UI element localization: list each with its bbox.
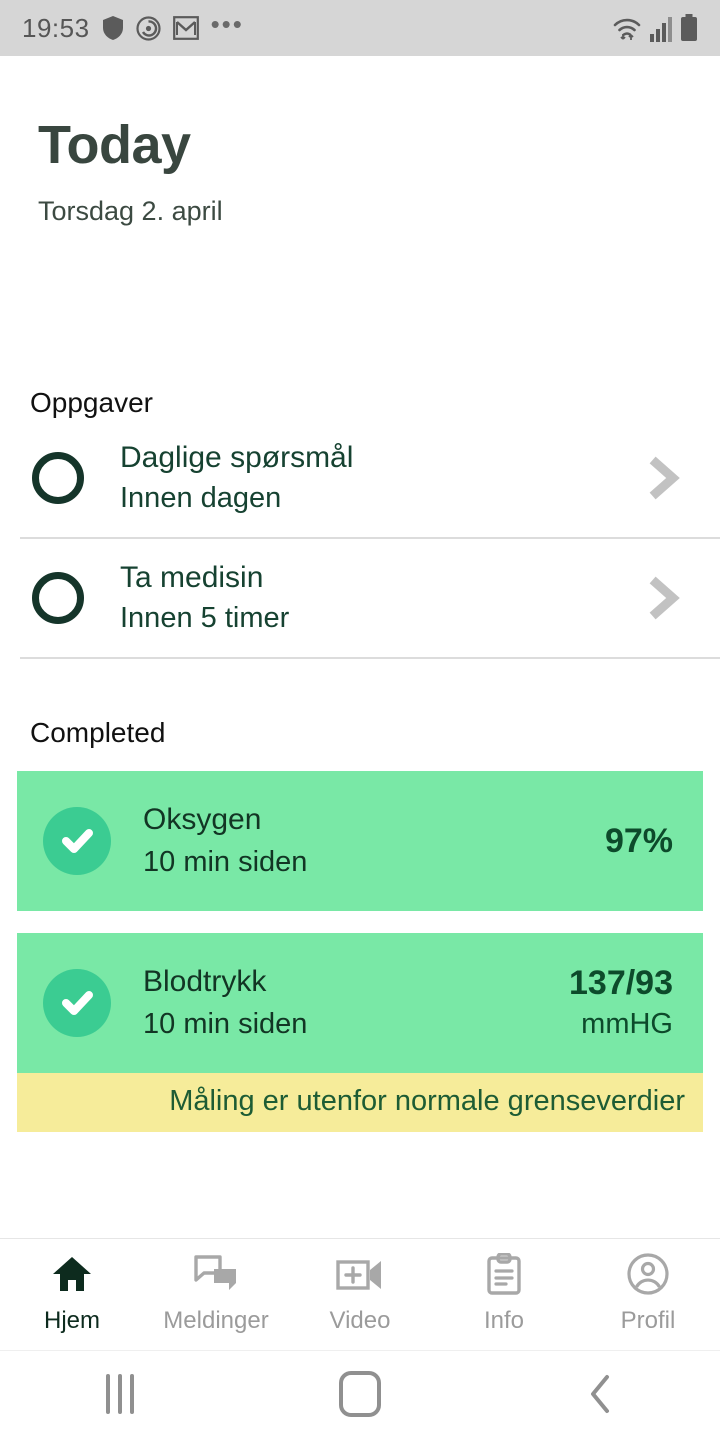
- card-title: Blodtrykk: [143, 965, 267, 998]
- completed-card[interactable]: Blodtrykk 10 min siden 137/93 mmHG: [17, 933, 703, 1073]
- task-subtitle: Innen 5 timer: [120, 602, 290, 634]
- status-clock: 19:53: [22, 12, 90, 43]
- card-text: Oksygen 10 min siden: [143, 799, 605, 883]
- task-divider: [20, 657, 720, 659]
- back-chevron-icon[interactable]: [520, 1372, 680, 1416]
- chevron-right-icon[interactable]: [642, 456, 686, 500]
- target-icon: [135, 15, 161, 41]
- tab-label: Hjem: [43, 1307, 100, 1334]
- card-value: 137/93: [569, 964, 673, 1002]
- task-row[interactable]: Daglige spørsmål Innen dagen: [0, 419, 720, 537]
- cellular-signal-icon: [649, 16, 673, 42]
- task-text: Ta medisin Innen 5 timer: [120, 558, 642, 638]
- card-subtitle: 10 min siden: [143, 1008, 308, 1040]
- task-subtitle: Innen dagen: [120, 482, 282, 514]
- completed-card-wrapper: Blodtrykk 10 min siden 137/93 mmHG Målin…: [0, 933, 720, 1132]
- status-bar: 19:53 •••: [0, 0, 720, 56]
- page-title: Today: [38, 115, 191, 175]
- overflow-dots-icon: •••: [210, 9, 244, 39]
- chevron-right-icon[interactable]: [642, 576, 686, 620]
- status-bar-left: 19:53 •••: [22, 9, 244, 44]
- card-subtitle: 10 min siden: [143, 846, 308, 878]
- clipboard-icon: [486, 1251, 522, 1297]
- card-unit: mmHG: [581, 1008, 673, 1040]
- tab-hjem[interactable]: Hjem: [0, 1251, 144, 1335]
- tab-meldinger[interactable]: Meldinger: [144, 1251, 288, 1335]
- task-title: Ta medisin: [120, 561, 264, 594]
- tab-profil[interactable]: Profil: [576, 1251, 720, 1335]
- status-badge: Måling er utenfor normale grenseverdier: [17, 1073, 703, 1132]
- completed-section-title: Completed: [30, 717, 166, 748]
- video-call-icon: [336, 1251, 384, 1297]
- recents-bars: [106, 1373, 134, 1414]
- status-bar-right: [612, 14, 698, 42]
- home-icon: [51, 1251, 93, 1297]
- tab-label: Info: [483, 1307, 525, 1334]
- task-title: Daglige spørsmål: [120, 441, 354, 474]
- shield-icon: [102, 15, 124, 41]
- tab-label: Profil: [620, 1307, 676, 1334]
- bottom-tab-bar: Hjem Meldinger Video Info Profil: [0, 1238, 720, 1350]
- tasks-section: Oppgaver Daglige spørsmål Innen dagen Ta…: [0, 387, 720, 659]
- empty-circle-icon[interactable]: [32, 452, 84, 504]
- tab-video[interactable]: Video: [288, 1251, 432, 1335]
- home-square-shape: [339, 1370, 381, 1417]
- card-value-box: 137/93 mmHG: [569, 962, 679, 1044]
- android-nav-bar: [0, 1350, 720, 1436]
- card-value: 97%: [604, 822, 673, 860]
- tab-label: Video: [329, 1307, 391, 1334]
- completed-card[interactable]: Oksygen 10 min siden 97%: [17, 771, 703, 911]
- battery-icon: [680, 14, 698, 42]
- task-text: Daglige spørsmål Innen dagen: [120, 438, 642, 518]
- card-text: Blodtrykk 10 min siden: [143, 961, 569, 1045]
- home-square-icon[interactable]: [280, 1370, 440, 1417]
- page-date: Torsdag 2. april: [38, 196, 223, 226]
- chat-bubbles-icon: [194, 1251, 238, 1297]
- check-circle-icon: [43, 969, 111, 1037]
- empty-circle-icon[interactable]: [32, 572, 84, 624]
- recents-icon[interactable]: [40, 1373, 200, 1414]
- tab-info[interactable]: Info: [432, 1251, 576, 1335]
- completed-card-wrapper: Oksygen 10 min siden 97%: [0, 771, 720, 911]
- wifi-icon: [612, 16, 642, 42]
- card-value-box: 97%: [605, 820, 679, 862]
- completed-section: Completed Oksygen 10 min siden 97% Blodt…: [0, 717, 720, 1132]
- gmail-icon: [172, 16, 199, 40]
- tasks-section-title: Oppgaver: [30, 387, 153, 418]
- check-circle-icon: [43, 807, 111, 875]
- main-content: Oppgaver Daglige spørsmål Innen dagen Ta…: [0, 227, 720, 1238]
- card-title: Oksygen: [143, 803, 262, 836]
- tab-label: Meldinger: [163, 1307, 269, 1334]
- page-header: Today Torsdag 2. april: [0, 56, 720, 227]
- phone-screen: 19:53 ••• Today Torsdag 2. april Oppgave…: [0, 0, 720, 1436]
- account-circle-icon: [627, 1251, 669, 1297]
- task-row[interactable]: Ta medisin Innen 5 timer: [0, 539, 720, 657]
